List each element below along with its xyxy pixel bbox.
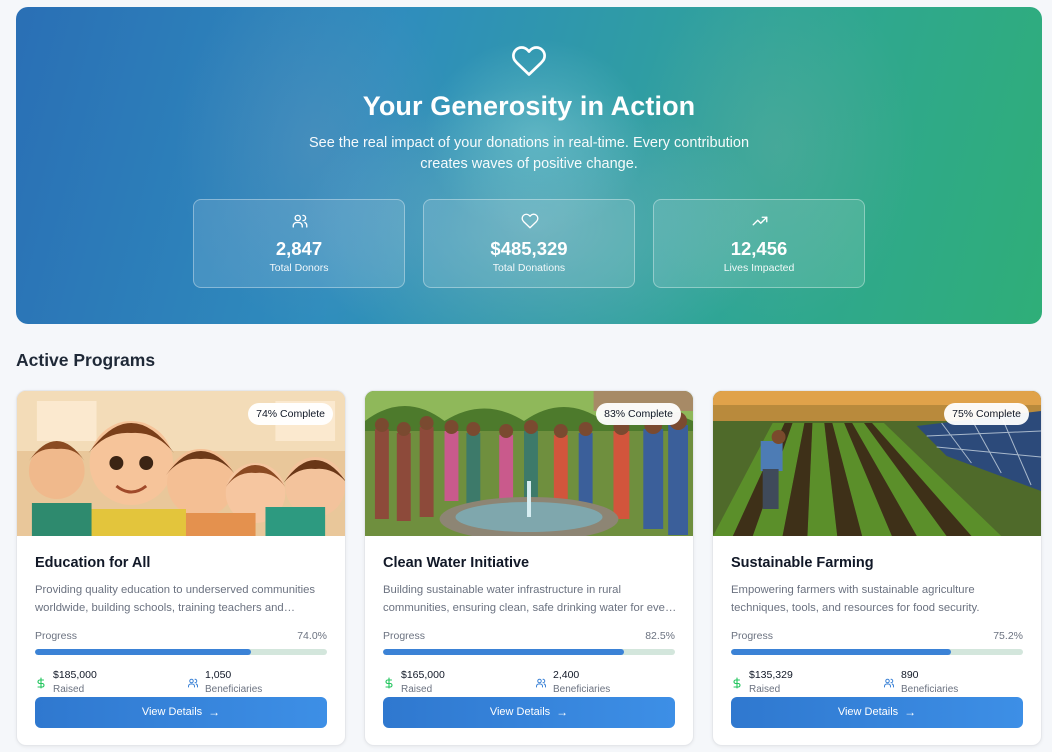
raised-amount: $135,329 [749,669,793,681]
users-icon [292,214,308,228]
program-title: Education for All [35,555,151,571]
button-label: View Details [489,706,551,718]
dollar-icon [385,677,393,689]
stat-value: $485,329 [490,238,568,259]
raised-amount: $185,000 [53,669,97,681]
program-card-education: 74% Complete Education for All Providing… [16,390,346,746]
progress-label: Progress [383,630,426,642]
program-description: Empowering farmers with sustainable agri… [731,584,980,614]
progress-fill [383,649,624,655]
stat-card-lives: 12,456 Lives Impacted [653,199,865,288]
raised-label: Raised [749,684,781,695]
beneficiaries-count: 890 [901,669,919,681]
program-card-water: 83% Complete Clean Water Initiative Buil… [364,390,694,746]
beneficiaries-count: 1,050 [205,669,232,681]
stat-value: 12,456 [730,238,788,259]
dollar-icon [37,677,45,689]
progress-label: Progress [731,630,774,642]
stat-card-donations: $485,329 Total Donations [423,199,635,288]
arrow-right-icon: → [556,705,569,719]
progress-fill [731,649,951,655]
program-description: Building sustainable water infrastructur… [383,584,675,614]
progress-value: 74.0% [297,630,327,642]
raised-amount: $165,000 [401,669,445,681]
hero-content: Your Generosity in Action See the real i… [16,7,1042,324]
users-icon [884,678,894,688]
progress-bar [731,649,1023,655]
beneficiaries-count: 2,400 [553,669,580,681]
program-title: Sustainable Farming [731,555,874,571]
completion-badge: 74% Complete [248,403,333,425]
progress-bar [35,649,327,655]
program-image: 74% Complete [17,391,345,536]
hero-title: Your Generosity in Action [362,91,696,121]
beneficiaries-label: Beneficiaries [205,684,263,695]
stat-label: Total Donations [492,262,566,274]
heart-icon [512,46,546,76]
arrow-right-icon: → [904,705,917,719]
view-details-button[interactable]: View Details → [731,697,1023,728]
program-image: 75% Complete [713,391,1041,536]
beneficiaries-label: Beneficiaries [553,684,611,695]
completion-badge: 75% Complete [944,403,1029,425]
users-icon [188,678,198,688]
completion-badge: 83% Complete [596,403,681,425]
beneficiaries-label: Beneficiaries [901,684,959,695]
arrow-right-icon: → [208,705,221,719]
dollar-icon [733,677,741,689]
program-card-farming: 75% Complete Sustainable Farming Empower… [712,390,1042,746]
raised-label: Raised [401,684,433,695]
progress-bar [383,649,675,655]
hero-subtitle: See the real impact of your donations in… [308,135,750,172]
view-details-button[interactable]: View Details → [383,697,675,728]
stat-label: Total Donors [269,262,329,274]
stat-value: 2,847 [275,238,323,259]
program-title: Clean Water Initiative [383,555,530,571]
raised-label: Raised [53,684,85,695]
view-details-button[interactable]: View Details → [35,697,327,728]
program-description: Providing quality education to underserv… [35,584,316,614]
trending-up-icon [752,216,768,226]
stat-label: Lives Impacted [723,262,795,274]
progress-value: 75.2% [993,630,1023,642]
button-label: View Details [837,706,899,718]
progress-fill [35,649,252,655]
users-icon [536,678,546,688]
heart-icon [521,213,539,229]
progress-value: 82.5% [645,630,675,642]
program-image: 83% Complete [365,391,693,536]
section-title: Active Programs [16,350,156,370]
impact-hero: Your Generosity in Action See the real i… [16,7,1042,324]
progress-label: Progress [35,630,78,642]
stat-card-donors: 2,847 Total Donors [193,199,405,288]
button-label: View Details [141,706,203,718]
